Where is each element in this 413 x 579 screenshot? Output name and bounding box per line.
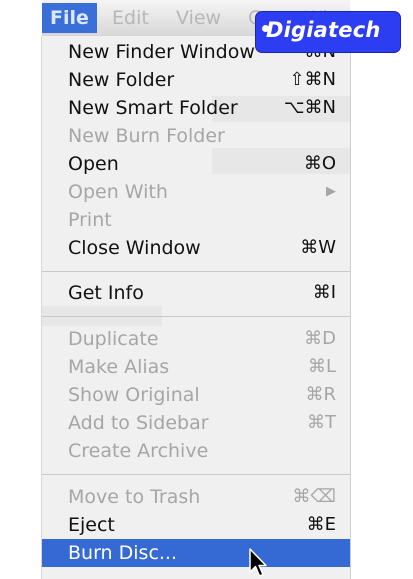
menu-item-new-folder[interactable]: New Folder ⇧⌘N	[42, 66, 350, 94]
menu-item-label: Create Archive	[68, 440, 209, 462]
menu-item-duplicate[interactable]: Duplicate ⌘D	[42, 325, 350, 353]
menu-item-label: Open	[68, 153, 119, 175]
submenu-arrow-icon: ▶	[326, 184, 336, 199]
menu-item-label: New Burn Folder	[68, 125, 225, 147]
menu-file[interactable]: File	[42, 3, 97, 33]
menu-separator	[42, 271, 350, 272]
menu-item-label: New Finder Window	[68, 41, 255, 63]
menu-item-shortcut: ⌘L	[307, 356, 336, 377]
menu-item-label: New Folder	[68, 69, 175, 91]
menu-item-shortcut: ⌘T	[307, 412, 336, 433]
menu-item-new-burn-folder[interactable]: New Burn Folder	[42, 122, 350, 150]
menu-item-print[interactable]: Print	[42, 206, 350, 234]
menu-item-label: Move to Trash	[68, 486, 201, 508]
menu-item-create-archive[interactable]: Create Archive	[42, 437, 350, 465]
menu-item-label: Burn Disc...	[68, 542, 178, 564]
menu-item-shortcut: ⌘D	[304, 328, 336, 349]
menu-item-get-info[interactable]: Get Info ⌘I	[42, 279, 350, 307]
menu-item-shortcut: ⌘R	[305, 384, 336, 405]
menu-separator	[42, 316, 350, 317]
menu-item-shortcut: ⇧⌘N	[289, 69, 336, 90]
menu-item-make-alias[interactable]: Make Alias ⌘L	[42, 353, 350, 381]
menu-item-shortcut: ⌘O	[303, 153, 336, 174]
menu-item-label: Get Info	[68, 282, 144, 304]
menu-item-label: Open With	[68, 181, 168, 203]
menu-item-show-original[interactable]: Show Original ⌘R	[42, 381, 350, 409]
logo-text: Digiatech	[266, 18, 381, 42]
menu-separator	[42, 474, 350, 475]
menu-item-shortcut: ⌘⌫	[292, 486, 336, 507]
menu-item-add-to-sidebar[interactable]: Add to Sidebar ⌘T	[42, 409, 350, 437]
mouse-pointer-icon	[249, 548, 267, 577]
menu-item-shortcut: ⌥⌘N	[283, 97, 336, 118]
menu-item-label: Print	[68, 209, 112, 231]
menu-item-new-smart-folder[interactable]: New Smart Folder ⌥⌘N	[42, 94, 350, 122]
menu-item-shortcut: ⌘E	[306, 514, 336, 535]
menu-item-label: Duplicate	[68, 328, 159, 350]
menu-item-label: Add to Sidebar	[68, 412, 209, 434]
menu-item-open[interactable]: Open ⌘O	[42, 150, 350, 178]
menu-edit[interactable]: Edit	[104, 3, 157, 33]
file-menu: New Finder Window ⌘N New Folder ⇧⌘N New …	[42, 36, 350, 579]
menu-item-open-with[interactable]: Open With ▶	[42, 178, 350, 206]
menu-item-move-to-trash[interactable]: Move to Trash ⌘⌫	[42, 483, 350, 511]
menu-item-label: Close Window	[68, 237, 201, 259]
menu-view[interactable]: View	[168, 3, 229, 33]
menu-item-shortcut: ⌘W	[300, 237, 336, 258]
digiatech-logo: Digiatech	[256, 12, 400, 52]
menu-item-label: Show Original	[68, 384, 200, 406]
menu-item-shortcut: ⌘I	[312, 282, 336, 303]
menu-item-label: Eject	[68, 514, 115, 536]
menu-item-label: New Smart Folder	[68, 97, 238, 119]
menu-item-label: Make Alias	[68, 356, 170, 378]
menu-item-eject[interactable]: Eject ⌘E	[42, 511, 350, 539]
menu-item-burn-disc[interactable]: Burn Disc...	[42, 539, 350, 567]
menu-item-close-window[interactable]: Close Window ⌘W	[42, 234, 350, 262]
